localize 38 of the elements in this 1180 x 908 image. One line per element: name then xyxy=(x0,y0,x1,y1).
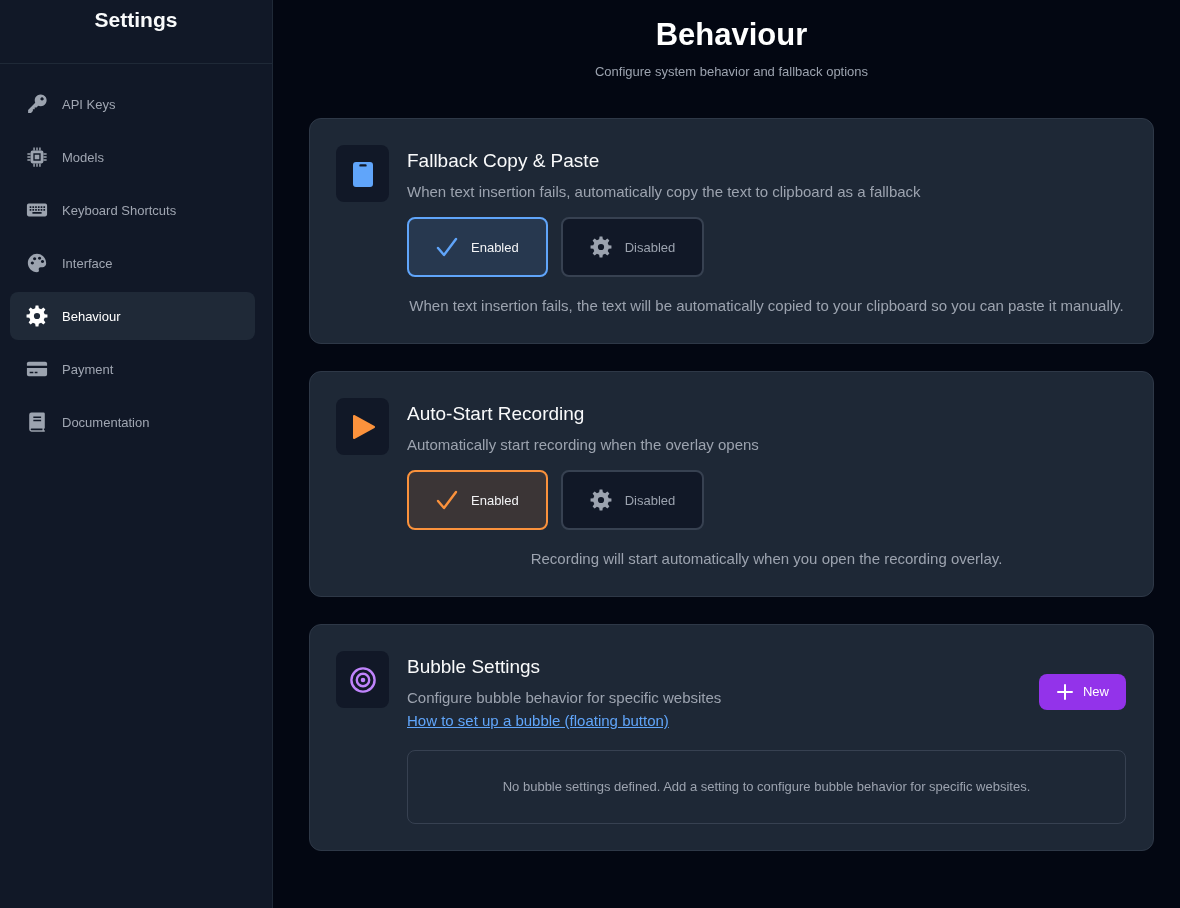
new-button[interactable]: New xyxy=(1039,673,1126,710)
note-text: When text insertion fails, the text will be automatically copied to your clipboard so you can paste it manually. xyxy=(408,296,1125,316)
note-text: Recording will start automatically when you open the recording overlay. xyxy=(529,549,1004,569)
option-button[interactable]: Enabled xyxy=(407,470,548,530)
plus-icon xyxy=(1057,683,1073,700)
card-description: When text insertion fails, automatically copy the text to clipboard as a fallback xyxy=(407,182,922,202)
gear-icon xyxy=(589,489,612,511)
card-title: Auto-Start Recording xyxy=(407,402,586,426)
page-subtitle: Configure system behavior and fallback options xyxy=(594,63,869,81)
check-icon xyxy=(436,489,458,511)
option-button[interactable]: Disabled xyxy=(560,217,705,277)
empty-message: No bubble settings defined. Add a setting to configure bubble behavior for specific websites. xyxy=(502,778,1031,796)
option-button[interactable]: Disabled xyxy=(560,470,705,530)
target-icon xyxy=(336,651,389,708)
sidebar-item[interactable]: Keyboard Shortcuts xyxy=(10,186,255,234)
sidebar-item[interactable]: Payment xyxy=(10,345,255,393)
sidebar-item[interactable]: Interface xyxy=(10,239,255,287)
clipboard-icon xyxy=(336,145,389,202)
check-icon xyxy=(436,236,458,258)
sidebar-title: Settings xyxy=(94,8,178,32)
card-title: Bubble Settings xyxy=(407,655,541,679)
sidebar-item[interactable]: Behaviour xyxy=(10,292,255,340)
gear-icon xyxy=(589,236,612,258)
gear-icon xyxy=(26,305,48,327)
book-icon xyxy=(26,411,48,433)
palette-icon xyxy=(26,252,48,274)
card-description: Configure bubble behavior for specific websites xyxy=(407,688,722,708)
page-title: Behaviour xyxy=(655,17,808,53)
chip-icon xyxy=(26,146,48,168)
help-link[interactable]: How to set up a bubble (floating button) xyxy=(407,710,669,732)
sidebar-item[interactable]: API Keys xyxy=(10,80,255,128)
option-button[interactable]: Enabled xyxy=(407,217,548,277)
card-description: Automatically start recording when the overlay opens xyxy=(407,435,760,455)
key-icon xyxy=(26,93,48,115)
sidebar-item[interactable]: Documentation xyxy=(10,398,255,446)
sidebar-item[interactable]: Models xyxy=(10,133,255,181)
card-title: Fallback Copy & Paste xyxy=(407,149,601,173)
play-icon xyxy=(336,398,389,455)
